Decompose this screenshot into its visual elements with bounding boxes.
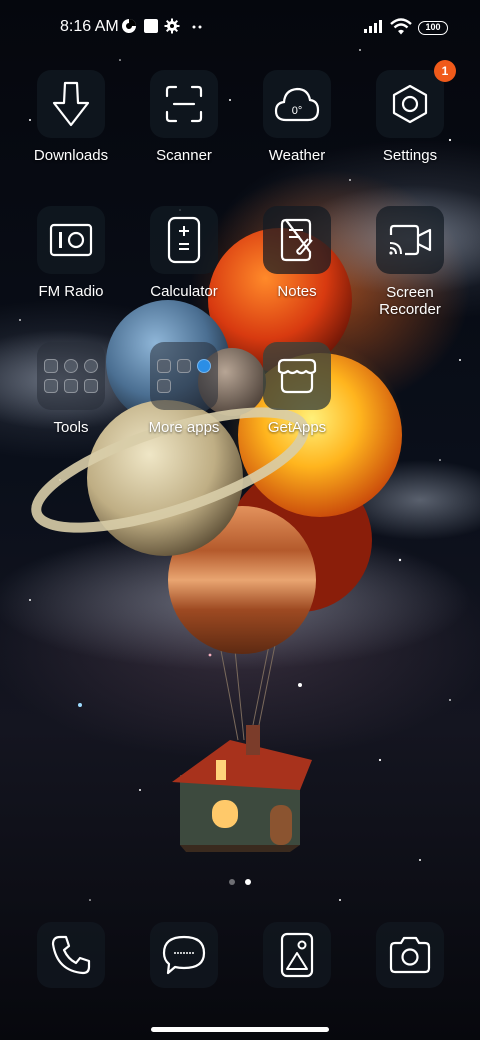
notes-tile[interactable] xyxy=(263,206,331,274)
screen-recorder-tile[interactable] xyxy=(376,206,444,274)
app-label: FM Radio xyxy=(38,283,104,300)
gallery-icon xyxy=(280,932,314,978)
data-saver-icon xyxy=(122,19,136,33)
folder-tools[interactable]: Tools xyxy=(16,342,126,436)
app-calculator[interactable]: Calculator xyxy=(129,206,239,300)
settings-tile[interactable] xyxy=(376,70,444,138)
weather-temp: 0° xyxy=(292,105,303,117)
app-weather[interactable]: 0° Weather xyxy=(242,70,352,164)
getapps-tile[interactable] xyxy=(263,342,331,410)
mini-app-icon xyxy=(157,359,171,373)
tools-folder-tile[interactable] xyxy=(37,342,105,410)
mini-app-icon xyxy=(157,379,171,393)
fm-radio-tile[interactable] xyxy=(37,206,105,274)
app-screen-recorder[interactable]: Screen Recorder xyxy=(355,206,465,318)
mini-app-icon xyxy=(197,359,211,373)
mini-app-icon xyxy=(84,359,98,373)
signal-icon xyxy=(364,20,382,33)
status-bar: 8:16 AM 100 xyxy=(0,0,480,56)
mini-app-icon xyxy=(64,359,78,373)
app-label: Settings xyxy=(382,147,438,164)
notification-square-icon xyxy=(144,19,158,33)
app-label: Screen Recorder xyxy=(379,284,441,318)
cloud-icon: 0° xyxy=(274,87,320,122)
mini-app-icon xyxy=(177,359,191,373)
more-apps-folder-tile[interactable] xyxy=(150,342,218,410)
video-camera-icon xyxy=(389,224,432,256)
app-getapps[interactable]: GetApps xyxy=(242,342,352,436)
scan-frame-icon xyxy=(165,85,203,123)
app-label: Downloads xyxy=(33,147,109,164)
dock-camera[interactable] xyxy=(376,922,444,988)
app-scanner[interactable]: Scanner xyxy=(129,70,239,164)
more-dots-icon xyxy=(192,25,202,29)
notes-pen-icon xyxy=(280,218,313,262)
weather-tile[interactable]: 0° xyxy=(263,70,331,138)
app-fm-radio[interactable]: FM Radio xyxy=(16,206,126,300)
house xyxy=(172,725,312,852)
app-label: Notes xyxy=(277,283,317,300)
gesture-home-bar[interactable] xyxy=(151,1027,329,1032)
mini-app-icon xyxy=(44,359,58,373)
store-icon xyxy=(277,358,317,394)
folder-more-apps[interactable]: More apps xyxy=(129,342,239,436)
dock-messages[interactable] xyxy=(150,922,218,988)
phone-icon xyxy=(51,935,91,975)
app-label: More apps xyxy=(148,419,220,436)
camera-icon xyxy=(389,936,431,974)
app-settings[interactable]: 1 Settings xyxy=(355,60,465,164)
app-label: Tools xyxy=(53,419,89,436)
app-label: Scanner xyxy=(156,147,212,164)
calculator-tile[interactable] xyxy=(150,206,218,274)
page-dot[interactable] xyxy=(229,879,235,885)
app-label: Weather xyxy=(268,147,326,164)
app-downloads[interactable]: Downloads xyxy=(16,70,126,164)
clock: 8:16 AM xyxy=(60,18,119,35)
dock-gallery[interactable] xyxy=(263,922,331,988)
mini-app-icon xyxy=(64,379,78,393)
wifi-icon xyxy=(390,18,412,35)
download-arrow-icon xyxy=(52,81,90,127)
mini-app-icon xyxy=(44,379,58,393)
notification-badge: 1 xyxy=(434,60,456,82)
app-notes[interactable]: Notes xyxy=(242,206,352,300)
radio-icon xyxy=(49,223,93,257)
dock-phone[interactable] xyxy=(37,922,105,988)
calculator-icon xyxy=(167,216,201,264)
chat-bubble-icon xyxy=(162,935,206,975)
downloads-tile[interactable] xyxy=(37,70,105,138)
app-label: Calculator xyxy=(150,283,218,300)
battery-indicator: 100 xyxy=(418,21,448,35)
page-dot-current[interactable] xyxy=(245,879,251,885)
settings-gear-icon xyxy=(164,18,180,34)
mini-app-icon xyxy=(84,379,98,393)
scanner-tile[interactable] xyxy=(150,70,218,138)
app-label: GetApps xyxy=(267,419,327,436)
hexagon-gear-icon xyxy=(392,84,428,124)
